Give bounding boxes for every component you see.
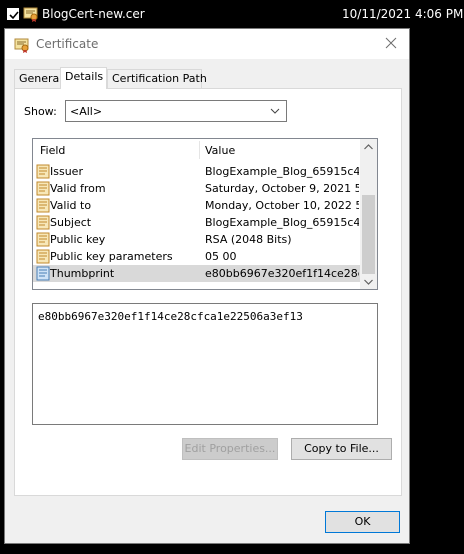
show-label: Show: <box>24 105 57 118</box>
certificate-dialog: Certificate General Details Certificatio… <box>4 28 410 544</box>
list-row-valid-from[interactable]: Valid from Saturday, October 9, 2021 5:.… <box>33 180 360 197</box>
column-header-value[interactable]: Value <box>205 144 235 157</box>
row-value: Monday, October 10, 2022 5:... <box>205 199 359 212</box>
list-scrollbar[interactable] <box>360 139 377 289</box>
show-selected-value: <All> <box>70 105 103 118</box>
tab-details-label: Details <box>65 70 104 83</box>
file-checkbox[interactable] <box>7 8 19 20</box>
close-icon[interactable] <box>383 35 399 51</box>
list-row-public-key-parameters[interactable]: Public key parameters 05 00 <box>33 248 360 265</box>
row-field: Valid to <box>50 199 92 212</box>
tab-certification-path-label: Certification Path <box>112 72 207 85</box>
scrollbar-thumb[interactable] <box>362 195 375 274</box>
list-row-thumbprint[interactable]: Thumbprint e80bb6967e320ef1f14ce28cfc... <box>33 265 360 282</box>
row-field: Public key parameters <box>50 250 173 263</box>
field-doc-icon <box>36 215 50 230</box>
field-value-list[interactable]: Field Value Issuer BlogExample_Blog_6591… <box>32 138 378 290</box>
list-row-issuer[interactable]: Issuer BlogExample_Blog_65915c43-... <box>33 163 360 180</box>
value-detail-text[interactable]: e80bb6967e320ef1f14ce28cfca1e22506a3ef13 <box>38 310 303 323</box>
row-value: Saturday, October 9, 2021 5:... <box>205 182 359 195</box>
row-value: BlogExample_Blog_65915c43-... <box>205 216 359 229</box>
details-panel: Show: <All> Field Value Issuer BlogExamp… <box>14 88 402 496</box>
column-separator[interactable] <box>199 141 200 159</box>
copy-to-file-button[interactable]: Copy to File... <box>291 438 392 460</box>
list-row-valid-to[interactable]: Valid to Monday, October 10, 2022 5:... <box>33 197 360 214</box>
row-field: Issuer <box>50 165 83 178</box>
show-dropdown[interactable]: <All> <box>65 100 287 122</box>
list-row-subject[interactable]: Subject BlogExample_Blog_65915c43-... <box>33 214 360 231</box>
certificate-icon <box>14 38 29 53</box>
tab-certification-path[interactable]: Certification Path <box>107 69 207 88</box>
tab-general-label: General <box>19 72 63 85</box>
scroll-up-arrow-icon[interactable] <box>364 144 373 150</box>
field-doc-icon <box>36 198 50 213</box>
scroll-down-arrow-icon[interactable] <box>364 279 373 285</box>
row-value: 05 00 <box>205 250 237 263</box>
file-name[interactable]: BlogCert-new.cer <box>42 7 145 21</box>
certificate-file-icon <box>23 7 38 22</box>
property-doc-icon <box>36 266 50 281</box>
tab-general[interactable]: General <box>14 69 63 88</box>
row-field: Valid from <box>50 182 106 195</box>
file-row[interactable]: BlogCert-new.cer 10/11/2021 4:06 PM <box>0 0 464 28</box>
row-field: Thumbprint <box>50 267 115 280</box>
dialog-titlebar[interactable]: Certificate <box>5 29 409 59</box>
tab-details[interactable]: Details <box>60 67 107 89</box>
field-doc-icon <box>36 249 50 264</box>
list-header: Field Value <box>33 139 360 161</box>
file-date-modified: 10/11/2021 4:06 PM <box>342 7 464 21</box>
checkmark-icon <box>9 11 19 20</box>
row-field: Public key <box>50 233 106 246</box>
row-value: e80bb6967e320ef1f14ce28cfc... <box>205 267 359 280</box>
field-doc-icon <box>36 164 50 179</box>
value-detail-textbox[interactable]: e80bb6967e320ef1f14ce28cfca1e22506a3ef13 <box>32 303 378 425</box>
row-value: BlogExample_Blog_65915c43-... <box>205 165 359 178</box>
edit-properties-button[interactable]: Edit Properties... <box>182 438 278 460</box>
field-doc-icon <box>36 181 50 196</box>
row-field: Subject <box>50 216 92 229</box>
column-header-field[interactable]: Field <box>40 144 65 157</box>
row-value: RSA (2048 Bits) <box>205 233 292 246</box>
field-doc-icon <box>36 232 50 247</box>
list-row-public-key[interactable]: Public key RSA (2048 Bits) <box>33 231 360 248</box>
dialog-title: Certificate <box>36 37 99 51</box>
chevron-down-icon <box>270 108 280 114</box>
ok-button[interactable]: OK <box>325 511 400 533</box>
